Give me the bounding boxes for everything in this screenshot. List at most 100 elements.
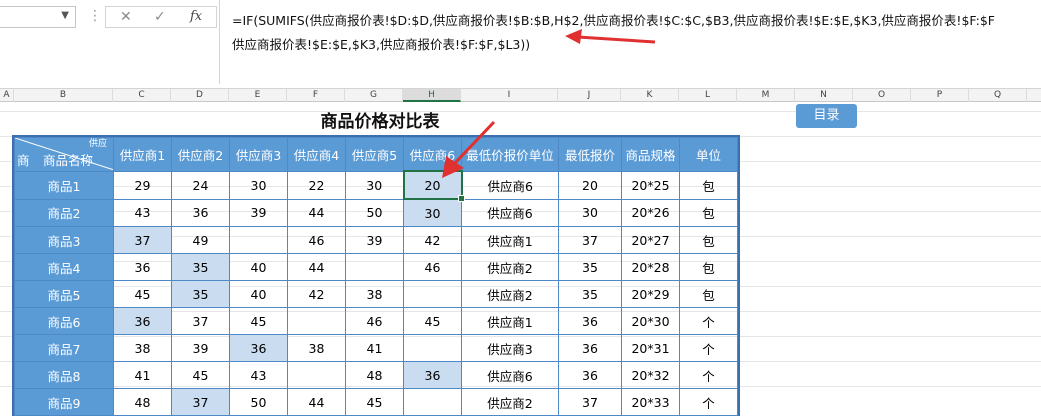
price-cell[interactable]: 41 <box>113 361 172 389</box>
drag-handle-icon[interactable]: ⋮ <box>88 8 102 24</box>
fill-handle[interactable] <box>457 195 465 202</box>
price-cell[interactable]: 35 <box>171 280 230 308</box>
price-cell[interactable]: 38 <box>113 334 172 362</box>
product-name-cell[interactable]: 商品3 <box>14 226 114 254</box>
price-cell[interactable]: 41 <box>345 334 404 362</box>
lowest-price-cell[interactable]: 35 <box>558 253 622 281</box>
price-cell[interactable]: 45 <box>403 307 462 335</box>
price-cell[interactable]: 44 <box>287 388 346 416</box>
price-cell[interactable]: 40 <box>229 253 288 281</box>
chevron-down-icon[interactable]: ▼ <box>61 10 69 21</box>
price-cell[interactable]: 46 <box>403 253 462 281</box>
lowest-price-cell[interactable]: 30 <box>558 198 622 227</box>
header-cell[interactable]: 供应商3 <box>229 137 288 172</box>
price-cell[interactable]: 42 <box>287 280 346 308</box>
price-cell[interactable]: 45 <box>345 388 404 416</box>
price-cell[interactable]: 37 <box>113 226 172 254</box>
unit-cell[interactable]: 包 <box>679 198 738 227</box>
price-cell[interactable]: 42 <box>403 226 462 254</box>
column-header-b[interactable]: B <box>14 89 113 102</box>
column-header-g[interactable]: G <box>345 89 403 102</box>
column-header-c[interactable]: C <box>113 89 171 102</box>
header-cell[interactable]: 供应商4 <box>287 137 346 172</box>
spec-cell[interactable]: 20*28 <box>621 253 680 281</box>
price-cell[interactable]: 30 <box>345 170 404 200</box>
price-cell[interactable]: 48 <box>113 388 172 416</box>
column-header-e[interactable]: E <box>229 89 287 102</box>
worksheet-grid[interactable]: 商品价格对比表 目录 商 商品名称 供应 供应商1 供应商2 供应商3 供应商4 供应商… <box>0 102 1041 416</box>
product-name-cell[interactable]: 商品2 <box>14 198 114 227</box>
unit-cell[interactable]: 包 <box>679 170 738 200</box>
unit-cell[interactable]: 包 <box>679 280 738 308</box>
spec-cell[interactable]: 20*25 <box>621 170 680 200</box>
header-corner-cell[interactable]: 商 商品名称 供应 <box>14 137 114 172</box>
lowest-price-cell[interactable]: 36 <box>558 334 622 362</box>
price-cell[interactable]: 38 <box>287 334 346 362</box>
column-header-a[interactable]: A <box>0 89 14 102</box>
price-cell[interactable]: 46 <box>287 226 346 254</box>
price-cell[interactable]: 39 <box>229 198 288 227</box>
price-cell[interactable]: 45 <box>113 280 172 308</box>
spec-cell[interactable]: 20*31 <box>621 334 680 362</box>
header-cell[interactable]: 商品规格 <box>621 137 680 172</box>
price-cell[interactable]: 43 <box>229 361 288 389</box>
price-cell[interactable]: 46 <box>345 307 404 335</box>
price-cell[interactable]: 36 <box>403 361 462 389</box>
price-cell[interactable] <box>403 388 462 416</box>
price-cell[interactable] <box>287 361 346 389</box>
lowest-supplier-cell[interactable]: 供应商2 <box>461 253 559 281</box>
price-cell[interactable]: 30 <box>403 198 462 227</box>
price-cell[interactable]: 39 <box>345 226 404 254</box>
lowest-price-cell[interactable]: 20 <box>558 170 622 200</box>
product-name-cell[interactable]: 商品6 <box>14 307 114 335</box>
spec-cell[interactable]: 20*33 <box>621 388 680 416</box>
name-box[interactable]: ▼ <box>0 6 76 28</box>
price-cell[interactable]: 44 <box>287 198 346 227</box>
column-header-l[interactable]: L <box>679 89 737 102</box>
lowest-price-cell[interactable]: 37 <box>558 388 622 416</box>
unit-cell[interactable]: 个 <box>679 307 738 335</box>
lowest-price-cell[interactable]: 36 <box>558 361 622 389</box>
price-cell[interactable]: 37 <box>171 388 230 416</box>
product-name-cell[interactable]: 商品5 <box>14 280 114 308</box>
header-cell[interactable]: 最低报价 <box>558 137 622 172</box>
check-icon[interactable]: ✓ <box>154 9 166 25</box>
lowest-supplier-cell[interactable]: 供应商6 <box>461 361 559 389</box>
lowest-supplier-cell[interactable]: 供应商3 <box>461 334 559 362</box>
column-header-p[interactable]: P <box>911 89 969 102</box>
lowest-price-cell[interactable]: 36 <box>558 307 622 335</box>
header-cell[interactable]: 单位 <box>679 137 738 172</box>
column-header-m[interactable]: M <box>737 89 795 102</box>
toc-button[interactable]: 目录 <box>796 104 857 128</box>
column-header-o[interactable]: O <box>853 89 911 102</box>
price-cell[interactable]: 36 <box>113 253 172 281</box>
spec-cell[interactable]: 20*32 <box>621 361 680 389</box>
product-name-cell[interactable]: 商品9 <box>14 388 114 416</box>
header-cell[interactable]: 供应商5 <box>345 137 404 172</box>
price-cell[interactable]: 50 <box>345 198 404 227</box>
column-header-n[interactable]: N <box>795 89 853 102</box>
product-name-cell[interactable]: 商品1 <box>14 170 114 200</box>
price-cell[interactable]: 40 <box>229 280 288 308</box>
price-cell[interactable] <box>403 334 462 362</box>
column-header-q[interactable]: Q <box>969 89 1027 102</box>
lowest-supplier-cell[interactable]: 供应商2 <box>461 388 559 416</box>
price-cell[interactable]: 38 <box>345 280 404 308</box>
price-cell[interactable] <box>229 226 288 254</box>
price-cell[interactable]: 45 <box>229 307 288 335</box>
price-cell[interactable]: 36 <box>171 198 230 227</box>
price-cell[interactable]: 29 <box>113 170 172 200</box>
column-header-j[interactable]: J <box>558 89 621 102</box>
column-header-i[interactable]: I <box>461 89 558 102</box>
unit-cell[interactable]: 个 <box>679 388 738 416</box>
price-cell[interactable]: 36 <box>229 334 288 362</box>
price-cell[interactable]: 43 <box>113 198 172 227</box>
price-cell[interactable]: 44 <box>287 253 346 281</box>
price-cell[interactable]: 39 <box>171 334 230 362</box>
price-cell[interactable]: 48 <box>345 361 404 389</box>
price-cell[interactable] <box>287 307 346 335</box>
price-cell[interactable]: 30 <box>229 170 288 200</box>
price-cell[interactable]: 37 <box>171 307 230 335</box>
product-name-cell[interactable]: 商品7 <box>14 334 114 362</box>
column-header-f[interactable]: F <box>287 89 345 102</box>
